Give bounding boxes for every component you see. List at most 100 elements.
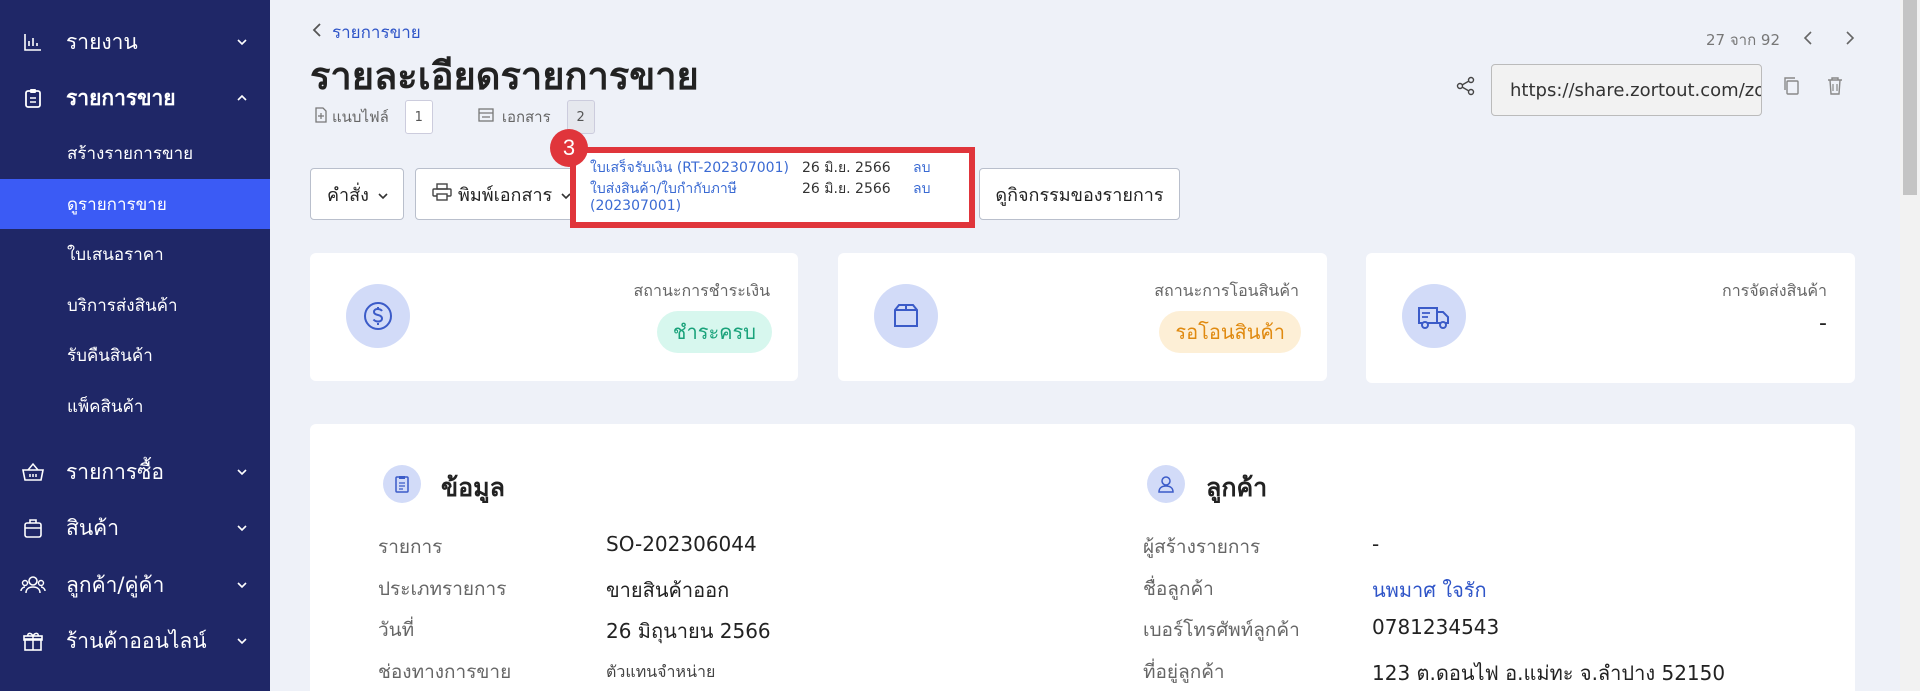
customer-value: 123 ต.ดอนไฟ อ.แม่ทะ จ.ลำปาง 52150 bbox=[1372, 661, 1726, 685]
card-title: สถานะการโอนสินค้า bbox=[1154, 281, 1299, 300]
info-value: ขายสินค้าออก bbox=[606, 578, 730, 602]
activity-label: ดูกิจกรรมของรายการ bbox=[995, 184, 1164, 206]
customer-label: ชื่อลูกค้า bbox=[1143, 578, 1214, 600]
sidebar-item-online-store[interactable]: ร้านค้าออนไลน์ bbox=[0, 621, 270, 661]
chevron-down-icon bbox=[234, 464, 250, 480]
truck-icon bbox=[1402, 284, 1466, 348]
sidebar-item-reports[interactable]: รายงาน bbox=[0, 22, 270, 62]
box-icon bbox=[874, 284, 938, 348]
chevron-down-icon bbox=[377, 184, 389, 205]
receipt-doc-link[interactable]: ใบเสร็จรับเงิน (RT-202307001) bbox=[590, 157, 789, 179]
attachment-doc-row: แนบไฟล์ 1 เอกสาร 2 bbox=[314, 100, 595, 134]
sidebar-sub-returns[interactable]: รับคืนสินค้า bbox=[0, 330, 270, 380]
page-scrollbar[interactable] bbox=[1900, 0, 1920, 691]
gift-shop-icon bbox=[20, 628, 46, 654]
sidebar-item-label: รายการซื้อ bbox=[66, 459, 165, 484]
customer-label: ที่อยู่ลูกค้า bbox=[1143, 661, 1225, 683]
sidebar-sub-label: รับคืนสินค้า bbox=[67, 345, 153, 366]
breadcrumb-label: รายการขาย bbox=[332, 23, 421, 43]
document-icon bbox=[478, 107, 494, 127]
sidebar-sub-packing[interactable]: แพ็คสินค้า bbox=[0, 381, 270, 431]
customer-value: - bbox=[1372, 532, 1380, 556]
sidebar-item-label: สินค้า bbox=[66, 515, 120, 540]
sidebar-sub-label: สร้างรายการขาย bbox=[67, 143, 194, 164]
info-label: รายการ bbox=[378, 536, 443, 558]
sidebar-sub-label: บริการส่งสินค้า bbox=[67, 295, 178, 316]
sidebar-sub-view-sales[interactable]: ดูรายการขาย bbox=[0, 179, 270, 229]
customer-label: ผู้สร้างรายการ bbox=[1143, 536, 1261, 558]
command-label: คำสั่ง bbox=[327, 184, 369, 206]
documents-link[interactable]: เอกสาร bbox=[478, 105, 551, 129]
view-activity-button[interactable]: ดูกิจกรรมของรายการ bbox=[979, 168, 1180, 220]
status-value: - bbox=[1819, 311, 1827, 336]
file-icon bbox=[314, 107, 328, 127]
chevron-left-icon bbox=[310, 22, 324, 43]
chevron-down-icon bbox=[234, 577, 250, 593]
bar-chart-icon bbox=[20, 29, 46, 55]
status-badge: ชำระครบ bbox=[656, 311, 772, 353]
section-title-info: ข้อมูล bbox=[441, 473, 505, 502]
user-icon bbox=[1147, 465, 1185, 503]
documents-dropdown: ใบเสร็จรับเงิน (RT-202307001) 26 มิ.ย. 2… bbox=[570, 147, 975, 228]
sidebar-sub-create-sale[interactable]: สร้างรายการขาย bbox=[0, 128, 270, 178]
scrollbar-thumb[interactable] bbox=[1903, 0, 1917, 195]
customer-name-link[interactable]: นพมาศ ใจรัก bbox=[1372, 574, 1487, 606]
next-record-button[interactable] bbox=[1844, 30, 1856, 50]
info-value: ตัวแทนจำหน่าย bbox=[606, 662, 716, 681]
sidebar-sub-shipping[interactable]: บริการส่งสินค้า bbox=[0, 280, 270, 330]
command-button[interactable]: คำสั่ง bbox=[310, 168, 404, 220]
dollar-icon bbox=[346, 284, 410, 348]
sidebar-item-products[interactable]: สินค้า bbox=[0, 508, 270, 548]
sidebar-item-customers[interactable]: ลูกค้า/คู่ค้า bbox=[0, 565, 270, 605]
invoice-doc-link-number[interactable]: (202307001) bbox=[590, 198, 681, 214]
sidebar-item-label: ร้านค้าออนไลน์ bbox=[66, 628, 207, 653]
payment-status-card: สถานะการชำระเงิน ชำระครบ bbox=[310, 253, 798, 381]
breadcrumb-back-link[interactable]: รายการขาย bbox=[310, 19, 421, 46]
printer-icon bbox=[432, 182, 452, 206]
attachments-count[interactable]: 1 bbox=[404, 100, 433, 134]
sidebar-item-label: ลูกค้า/คู่ค้า bbox=[66, 572, 165, 597]
card-title: การจัดส่งสินค้า bbox=[1722, 281, 1827, 300]
details-panel: ข้อมูล รายการ SO-202306044 ประเภทรายการ … bbox=[310, 424, 1855, 691]
share-url-field[interactable]: https://share.zortout.com/zo bbox=[1491, 64, 1762, 116]
sidebar-item-label: รายการขาย bbox=[66, 85, 176, 110]
prev-record-button[interactable] bbox=[1802, 30, 1814, 50]
attachments-link[interactable]: แนบไฟล์ bbox=[314, 105, 389, 129]
clipboard-icon bbox=[20, 85, 46, 111]
info-value: 26 มิถุนายน 2566 bbox=[606, 619, 771, 643]
sidebar-item-label: รายงาน bbox=[66, 29, 138, 54]
attachments-label: แนบไฟล์ bbox=[332, 108, 389, 126]
bag-icon bbox=[20, 515, 46, 541]
share-icon[interactable] bbox=[1456, 76, 1476, 100]
clipboard-icon bbox=[383, 465, 421, 503]
pager-text: 27 จาก 92 bbox=[1706, 31, 1781, 49]
invoice-doc-link[interactable]: ใบส่งสินค้า/ใบกำกับภาษี bbox=[590, 178, 737, 200]
print-documents-button[interactable]: พิมพ์เอกสาร bbox=[415, 168, 575, 220]
invoice-delete-link[interactable]: ลบ bbox=[913, 178, 930, 200]
customer-value: 0781234543 bbox=[1372, 615, 1500, 639]
info-label: ช่องทางการขาย bbox=[378, 661, 512, 683]
info-value: SO-202306044 bbox=[606, 532, 757, 556]
trash-icon[interactable] bbox=[1826, 76, 1844, 100]
sidebar: รายงาน รายการขาย สร้างรายการขาย ดูรายการ… bbox=[0, 0, 270, 691]
invoice-doc-date: 26 มิ.ย. 2566 bbox=[802, 181, 891, 197]
info-label: วันที่ bbox=[378, 619, 415, 641]
sidebar-sub-label: ดูรายการขาย bbox=[67, 194, 167, 215]
shipping-status-card: การจัดส่งสินค้า - bbox=[1366, 253, 1855, 383]
transfer-status-card: สถานะการโอนสินค้า รอโอนสินค้า bbox=[838, 253, 1327, 381]
sidebar-sub-label: แพ็คสินค้า bbox=[67, 396, 144, 417]
receipt-delete-link[interactable]: ลบ bbox=[913, 157, 930, 179]
sidebar-item-purchases[interactable]: รายการซื้อ bbox=[0, 452, 270, 492]
chevron-down-icon bbox=[234, 34, 250, 50]
receipt-doc-date: 26 มิ.ย. 2566 bbox=[802, 160, 891, 176]
customer-label: เบอร์โทรศัพท์ลูกค้า bbox=[1143, 619, 1300, 641]
sidebar-sub-quotation[interactable]: ใบเสนอราคา bbox=[0, 229, 270, 279]
basket-icon bbox=[20, 459, 46, 485]
documents-label: เอกสาร bbox=[501, 108, 551, 126]
section-title-customer: ลูกค้า bbox=[1206, 473, 1268, 502]
copy-icon[interactable] bbox=[1782, 76, 1800, 100]
chevron-down-icon bbox=[234, 520, 250, 536]
status-badge: รอโอนสินค้า bbox=[1159, 311, 1301, 353]
sidebar-item-sales[interactable]: รายการขาย bbox=[0, 78, 270, 118]
chevron-down-icon bbox=[234, 633, 250, 649]
